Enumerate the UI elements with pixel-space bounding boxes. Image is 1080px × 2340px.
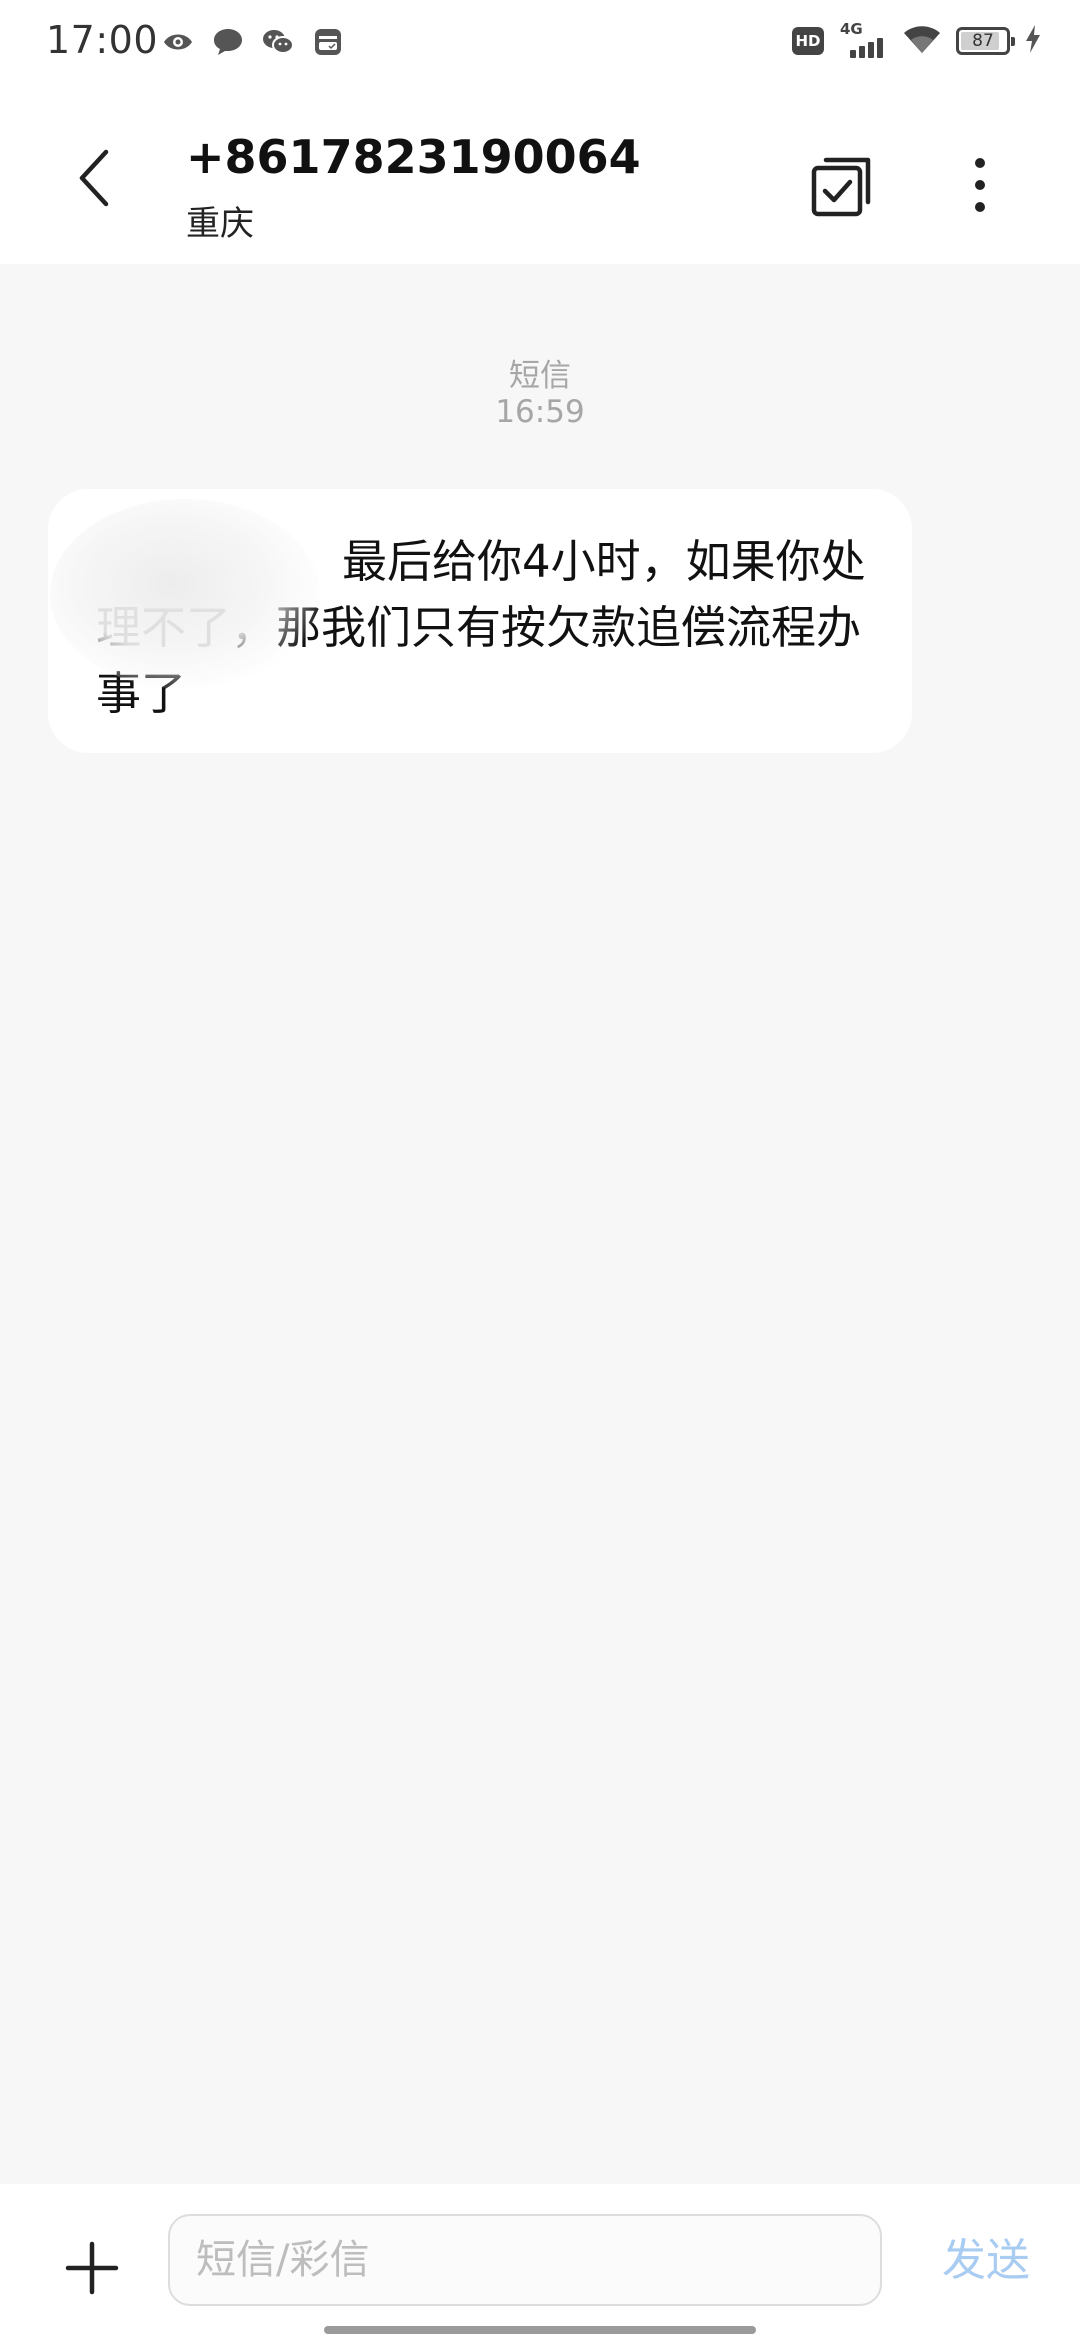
redaction-blur <box>50 499 320 689</box>
message-channel-label: 短信 <box>509 358 571 394</box>
message-timestamp: 16:59 <box>495 394 585 430</box>
status-bar: 17:00 HD 4G 87 <box>0 0 1080 84</box>
received-message-bubble[interactable]: 最后给你4小时，如果你处理不了，那我们只有按欠款追偿流程办事了 <box>48 489 912 753</box>
charging-bolt-icon <box>1024 24 1042 58</box>
contact-location: 重庆 <box>186 204 254 244</box>
eye-icon <box>160 24 196 60</box>
compose-bar: 发送 <box>0 2184 1080 2340</box>
send-button[interactable]: 发送 <box>926 2228 1046 2294</box>
chevron-left-icon <box>79 149 109 207</box>
status-notification-icons <box>160 24 346 60</box>
message-thread[interactable]: 短信 16:59 最后给你4小时，如果你处理不了，那我们只有按欠款追偿流程办事了 <box>0 264 1080 2184</box>
status-time: 17:00 <box>46 18 159 62</box>
network-type-label: 4G <box>840 20 863 38</box>
wallet-icon <box>310 24 346 60</box>
conversation-header: +8617823190064 重庆 <box>0 84 1080 264</box>
battery-icon: 87 <box>956 27 1015 55</box>
multiselect-button[interactable] <box>810 154 874 218</box>
home-indicator[interactable] <box>324 2326 756 2334</box>
contact-number: +8617823190064 <box>186 130 641 184</box>
checkbox-stack-icon <box>811 157 871 217</box>
back-button[interactable] <box>66 140 122 216</box>
hd-badge: HD <box>792 27 824 55</box>
more-vertical-icon <box>975 158 985 212</box>
status-system-icons: HD 4G 87 <box>792 20 1042 60</box>
more-options-button[interactable] <box>960 152 1000 218</box>
chat-bubble-icon <box>210 24 246 60</box>
cellular-signal-icon: 4G <box>838 20 888 60</box>
message-input[interactable] <box>168 2214 882 2306</box>
add-attachment-button[interactable] <box>64 2240 120 2296</box>
battery-level: 87 <box>972 31 994 51</box>
wifi-icon <box>902 23 942 59</box>
plus-icon <box>65 2241 119 2295</box>
wechat-icon <box>260 24 296 60</box>
